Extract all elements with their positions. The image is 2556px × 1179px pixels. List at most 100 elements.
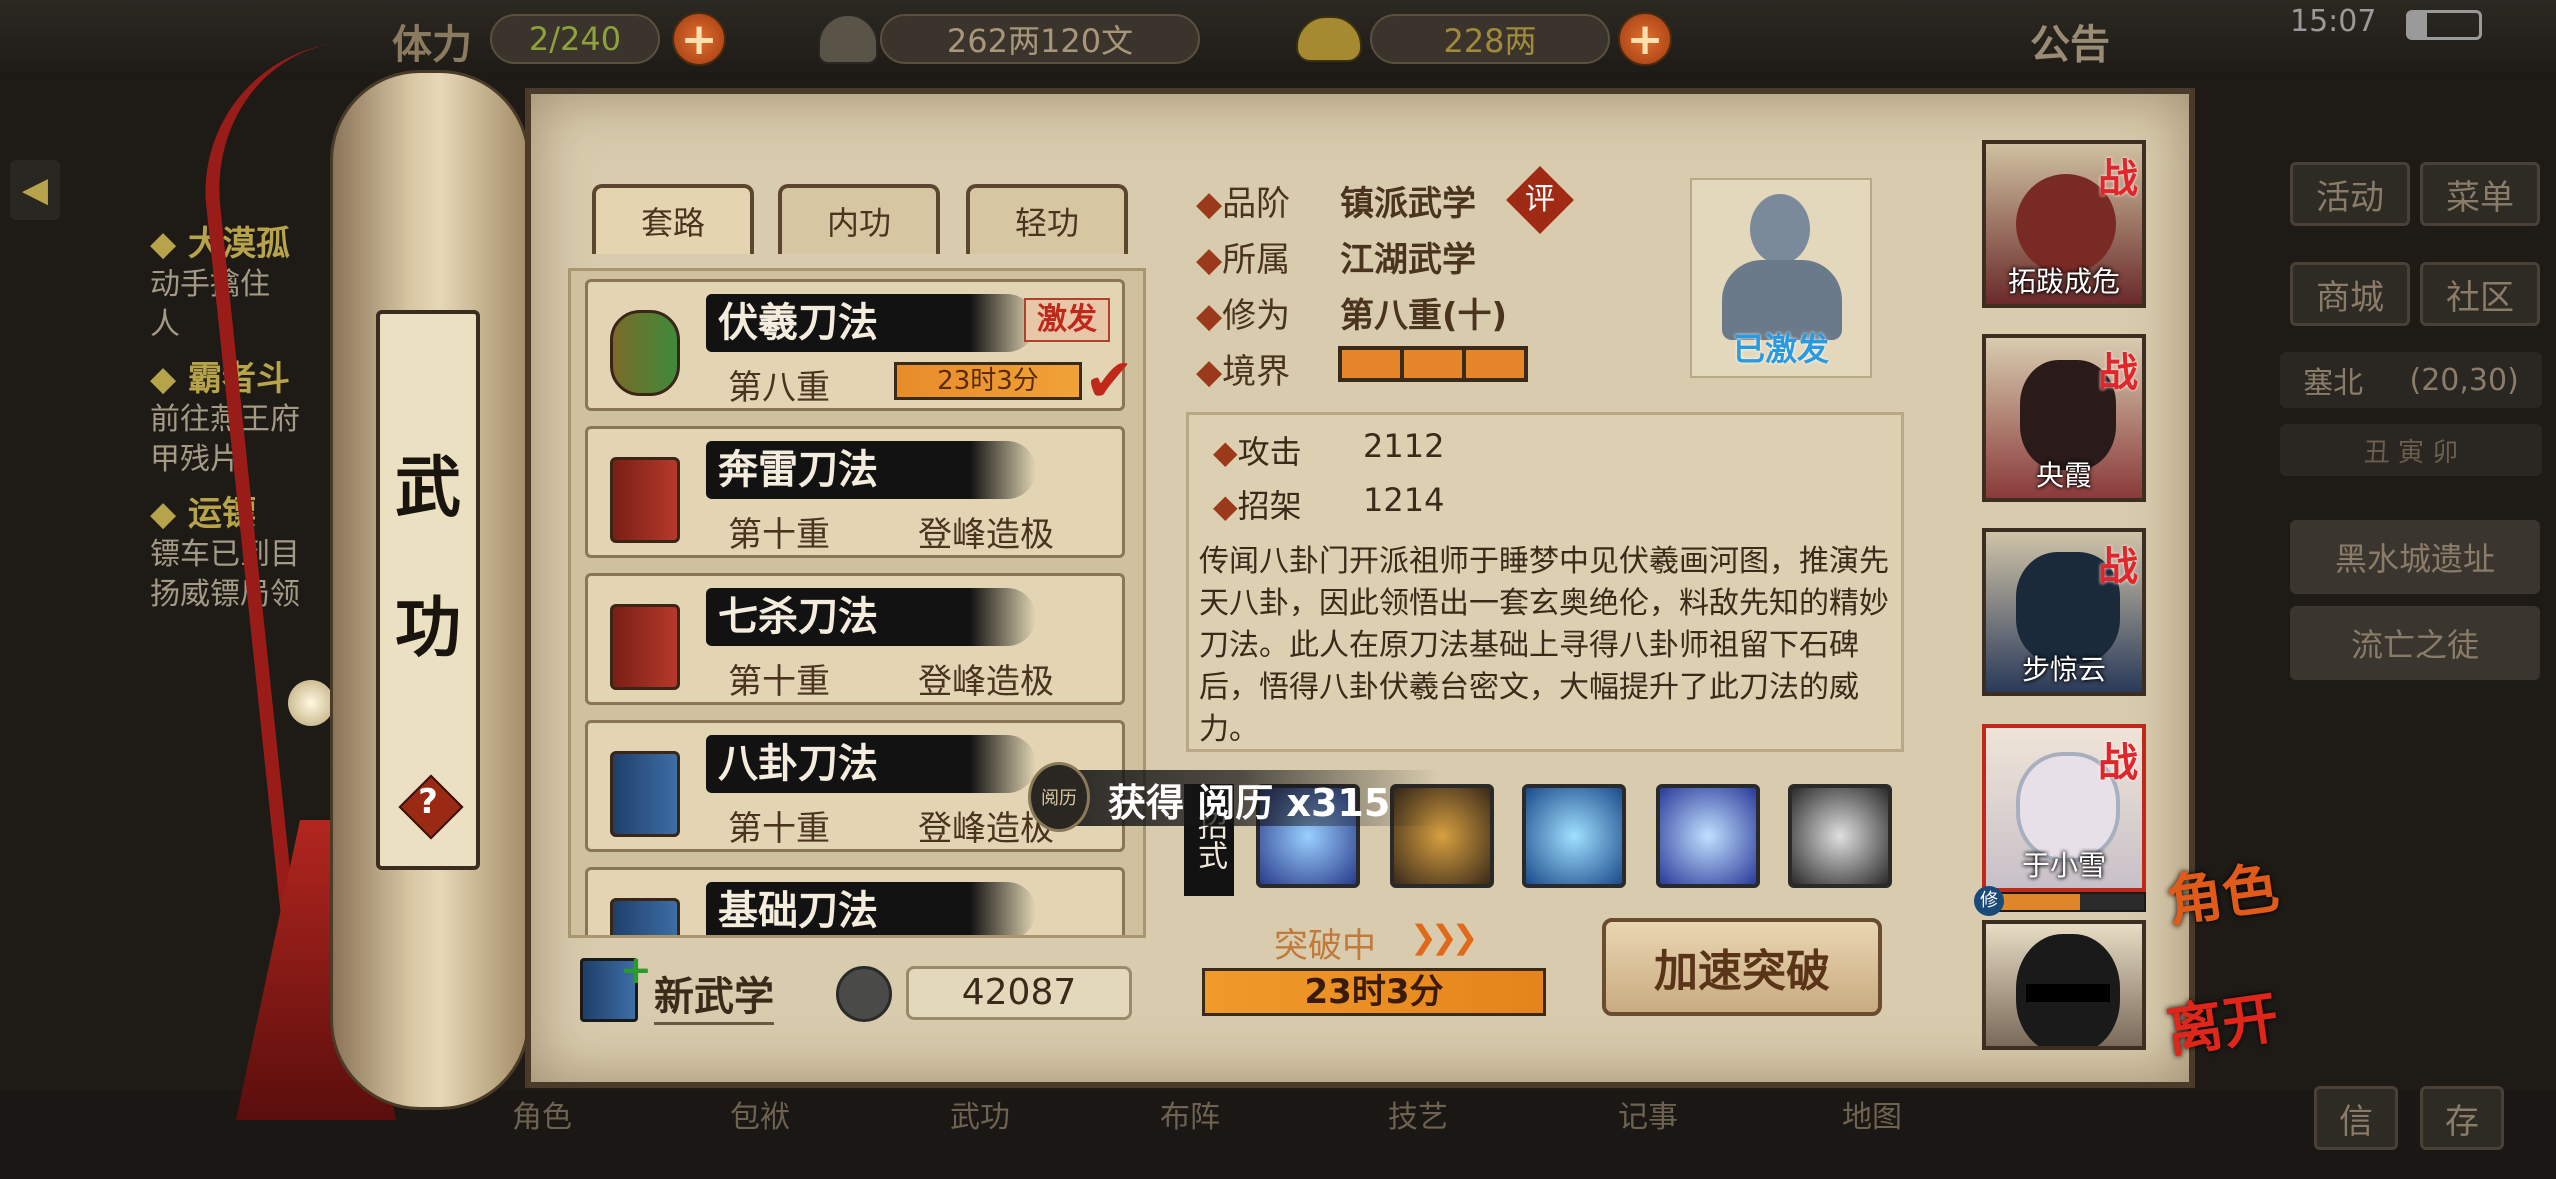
battle-tag: 战 xyxy=(2098,740,2138,786)
martial-item-benlei[interactable]: 奔雷刀法 第十重 登峰造极 xyxy=(585,426,1125,558)
shop-button[interactable]: 商城 xyxy=(2290,262,2410,326)
title-char-1: 武 xyxy=(395,449,461,526)
task-tracker-1[interactable]: 黑水城遗址 xyxy=(2290,520,2540,594)
rating-badge[interactable]: 评 xyxy=(1516,176,1564,224)
cultivation-row: ◆修为 xyxy=(1196,288,1290,337)
nav-formation[interactable]: 布阵 xyxy=(1160,1092,1220,1136)
martial-item-basic[interactable]: 基础刀法 xyxy=(585,867,1125,935)
belong-value: 江湖武学 xyxy=(1340,240,1476,280)
scroll-title-box: 武 功 ? xyxy=(376,310,480,870)
martial-name: 基础刀法 xyxy=(706,882,1036,935)
attack-value: 2112 xyxy=(1363,427,1445,465)
book-icon xyxy=(610,457,680,543)
task-tracker-2[interactable]: 流亡之徒 xyxy=(2290,606,2540,680)
realm-row: ◆境界 xyxy=(1196,344,1290,393)
speed-breakthrough-button[interactable]: 加速突破 xyxy=(1602,918,1882,1016)
battle-tag: 战 xyxy=(2098,156,2138,202)
character-portrait[interactable]: 战 步惊云 xyxy=(1982,528,2146,696)
martial-name: 八卦刀法 xyxy=(706,735,1036,793)
monk-head-icon xyxy=(1750,194,1810,264)
diamond-icon: ◆ xyxy=(1196,352,1223,392)
skill-slot-3-icon[interactable] xyxy=(1522,784,1626,888)
diamond-icon: ◆ xyxy=(1213,487,1238,525)
martial-figure-box: 已激发 xyxy=(1690,178,1872,378)
community-button[interactable]: 社区 xyxy=(2420,262,2540,326)
character-portrait-selected[interactable]: 战 于小雪 xyxy=(1982,724,2146,892)
nav-bag[interactable]: 包袱 xyxy=(730,1092,790,1136)
parry-value: 1214 xyxy=(1363,481,1445,519)
nav-role[interactable]: 角色 xyxy=(512,1092,572,1136)
nav-martial[interactable]: 武功 xyxy=(950,1092,1010,1136)
character-portrait[interactable]: 战 拓跋成危 xyxy=(1982,140,2146,308)
martial-level: 第十重 xyxy=(728,809,830,849)
martial-name: 奔雷刀法 xyxy=(706,441,1036,499)
battle-tag: 战 xyxy=(2098,350,2138,396)
character-portrait[interactable] xyxy=(1982,920,2146,1050)
character-portrait[interactable]: 战 央霞 xyxy=(1982,334,2146,502)
grade-value: 镇派武学 xyxy=(1340,184,1476,224)
activated-badge: 激发 xyxy=(1024,298,1110,342)
grade-row: ◆品阶 xyxy=(1196,176,1290,225)
collapse-arrow-icon[interactable]: ◀ xyxy=(10,160,60,220)
book-points-value: 42087 xyxy=(906,966,1132,1020)
nav-map[interactable]: 地图 xyxy=(1842,1092,1902,1136)
martial-item-fuxi[interactable]: 伏羲刀法 激发 第八重 23时3分 ✔ xyxy=(585,279,1134,416)
character-name: 央霞 xyxy=(2035,459,2092,492)
martial-status: 登峰造极 xyxy=(918,662,1054,702)
realm-bar xyxy=(1338,346,1528,382)
book-icon xyxy=(610,751,680,837)
realm-segment xyxy=(1404,350,1462,378)
diamond-icon: ◆ xyxy=(1196,240,1223,280)
character-name: 于小雪 xyxy=(2021,849,2106,882)
cultivation-badge: 修 xyxy=(1974,886,2004,916)
tab-routine[interactable]: 套路 xyxy=(592,184,754,254)
martial-name: 伏羲刀法 xyxy=(706,294,1036,352)
location-coords: (20,30) xyxy=(2409,362,2519,398)
breakthrough-progress: 23时3分 xyxy=(1202,968,1546,1016)
skill-slot-5-icon[interactable] xyxy=(1788,784,1892,888)
martial-list[interactable]: 伏羲刀法 激发 第八重 23时3分 ✔ 奔雷刀法 第十重 登峰造极 七杀刀法 第… xyxy=(568,268,1146,938)
menu-button[interactable]: 菜单 xyxy=(2420,162,2540,226)
diamond-icon: ◆ xyxy=(1213,433,1238,471)
new-martial-button[interactable]: 新武学 xyxy=(654,964,774,1025)
announcement-button[interactable]: 公告 xyxy=(2030,12,2110,70)
cultivation-label: 修为 xyxy=(1222,296,1291,336)
tab-lightness-skill[interactable]: 轻功 xyxy=(966,184,1128,254)
description-text: 传闻八卦门开派祖师于睡梦中见伏羲画河图，推演先天八卦，因此领悟出一套玄奥绝伦，料… xyxy=(1199,544,1889,745)
leave-button[interactable]: 离开 xyxy=(2161,973,2283,1069)
realm-label: 境界 xyxy=(1222,352,1291,392)
jade-bead-icon xyxy=(288,680,334,726)
martial-level: 第八重 xyxy=(728,368,830,408)
tab-inner-skill[interactable]: 内功 xyxy=(778,184,940,254)
role-button[interactable]: 角色 xyxy=(2161,843,2283,939)
diamond-icon: ◆ xyxy=(150,494,188,534)
battery-icon xyxy=(2406,10,2482,40)
toast-message: 获得 阅历 x315 xyxy=(1108,781,1391,825)
character-name: 拓跋成危 xyxy=(2007,265,2120,298)
diamond-icon: ◆ xyxy=(1196,296,1223,336)
storage-button[interactable]: 存 xyxy=(2420,1086,2504,1150)
diamond-icon: ◆ xyxy=(150,359,188,399)
martial-item-qisha[interactable]: 七杀刀法 第十重 登峰造极 xyxy=(585,573,1125,705)
realm-segment xyxy=(1466,350,1524,378)
breakthrough-label: 突破中 xyxy=(1274,926,1376,966)
martial-name: 七杀刀法 xyxy=(706,588,1036,646)
plus-icon: + xyxy=(620,948,652,992)
diamond-icon: ◆ xyxy=(1196,184,1223,224)
nav-journal[interactable]: 记事 xyxy=(1618,1092,1678,1136)
add-gold-button[interactable]: + xyxy=(1618,12,1672,66)
cultivation-value: 第八重(十) xyxy=(1340,296,1508,336)
skill-slot-4-icon[interactable] xyxy=(1656,784,1760,888)
activity-button[interactable]: 活动 xyxy=(2290,162,2410,226)
book-icon xyxy=(610,898,680,935)
cultivation-progress xyxy=(1982,892,2146,912)
attack-label: 攻击 xyxy=(1237,433,1302,471)
mail-button[interactable]: 信 xyxy=(2314,1086,2398,1150)
location-name: 塞北 xyxy=(2303,366,2364,401)
nav-skills[interactable]: 技艺 xyxy=(1388,1092,1448,1136)
belong-row: ◆所属 xyxy=(1196,232,1290,281)
add-stamina-button[interactable]: + xyxy=(672,12,726,66)
experience-icon: 阅历 xyxy=(1028,762,1090,832)
clock: 15:07 xyxy=(2290,4,2377,39)
activated-label: 已激发 xyxy=(1732,330,1829,368)
